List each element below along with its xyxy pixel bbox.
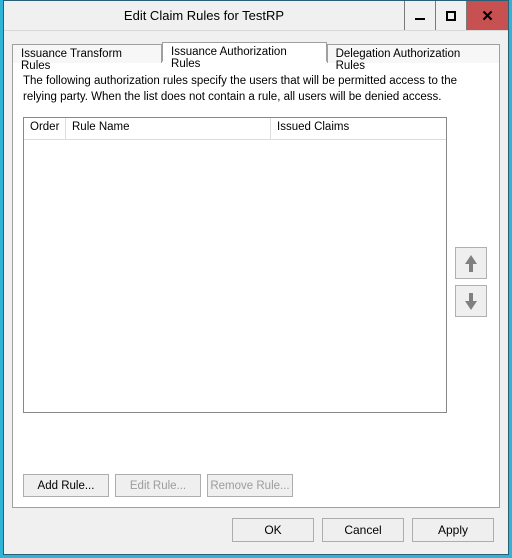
apply-button[interactable]: Apply bbox=[412, 518, 494, 542]
column-order[interactable]: Order bbox=[24, 118, 66, 139]
rules-listview[interactable]: Order Rule Name Issued Claims bbox=[23, 117, 447, 413]
maximize-button[interactable] bbox=[435, 1, 466, 30]
add-rule-button[interactable]: Add Rule... bbox=[23, 474, 109, 497]
window-title: Edit Claim Rules for TestRP bbox=[4, 1, 404, 30]
edit-rule-button: Edit Rule... bbox=[115, 474, 201, 497]
minimize-icon bbox=[415, 18, 425, 20]
reorder-buttons bbox=[455, 247, 489, 317]
arrow-down-icon bbox=[465, 293, 477, 310]
minimize-button[interactable] bbox=[404, 1, 435, 30]
maximize-icon bbox=[446, 11, 456, 21]
tab-panel: The following authorization rules specif… bbox=[12, 61, 500, 508]
rule-buttons-row: Add Rule... Edit Rule... Remove Rule... bbox=[23, 474, 293, 497]
ok-button[interactable]: OK bbox=[232, 518, 314, 542]
tab-issuance-transform[interactable]: Issuance Transform Rules bbox=[12, 44, 162, 63]
move-down-button[interactable] bbox=[455, 285, 487, 317]
move-up-button[interactable] bbox=[455, 247, 487, 279]
arrow-up-icon bbox=[465, 255, 477, 272]
column-rule-name[interactable]: Rule Name bbox=[66, 118, 271, 139]
tab-delegation-authorization[interactable]: Delegation Authorization Rules bbox=[327, 44, 500, 63]
tab-issuance-authorization[interactable]: Issuance Authorization Rules bbox=[162, 42, 327, 62]
list-area: Order Rule Name Issued Claims bbox=[23, 117, 489, 427]
close-button[interactable]: ✕ bbox=[466, 1, 508, 30]
titlebar-buttons: ✕ bbox=[404, 1, 508, 30]
close-icon: ✕ bbox=[481, 7, 494, 25]
tabs-row: Issuance Transform Rules Issuance Author… bbox=[12, 39, 500, 61]
dialog-buttons-row: OK Cancel Apply bbox=[12, 508, 500, 546]
cancel-button[interactable]: Cancel bbox=[322, 518, 404, 542]
titlebar: Edit Claim Rules for TestRP ✕ bbox=[4, 1, 508, 31]
remove-rule-button: Remove Rule... bbox=[207, 474, 293, 497]
column-issued-claims[interactable]: Issued Claims bbox=[271, 118, 446, 139]
dialog-window: Edit Claim Rules for TestRP ✕ Issuance T… bbox=[3, 0, 509, 555]
client-area: Issuance Transform Rules Issuance Author… bbox=[4, 31, 508, 554]
panel-description: The following authorization rules specif… bbox=[23, 74, 489, 105]
listview-header: Order Rule Name Issued Claims bbox=[24, 118, 446, 140]
